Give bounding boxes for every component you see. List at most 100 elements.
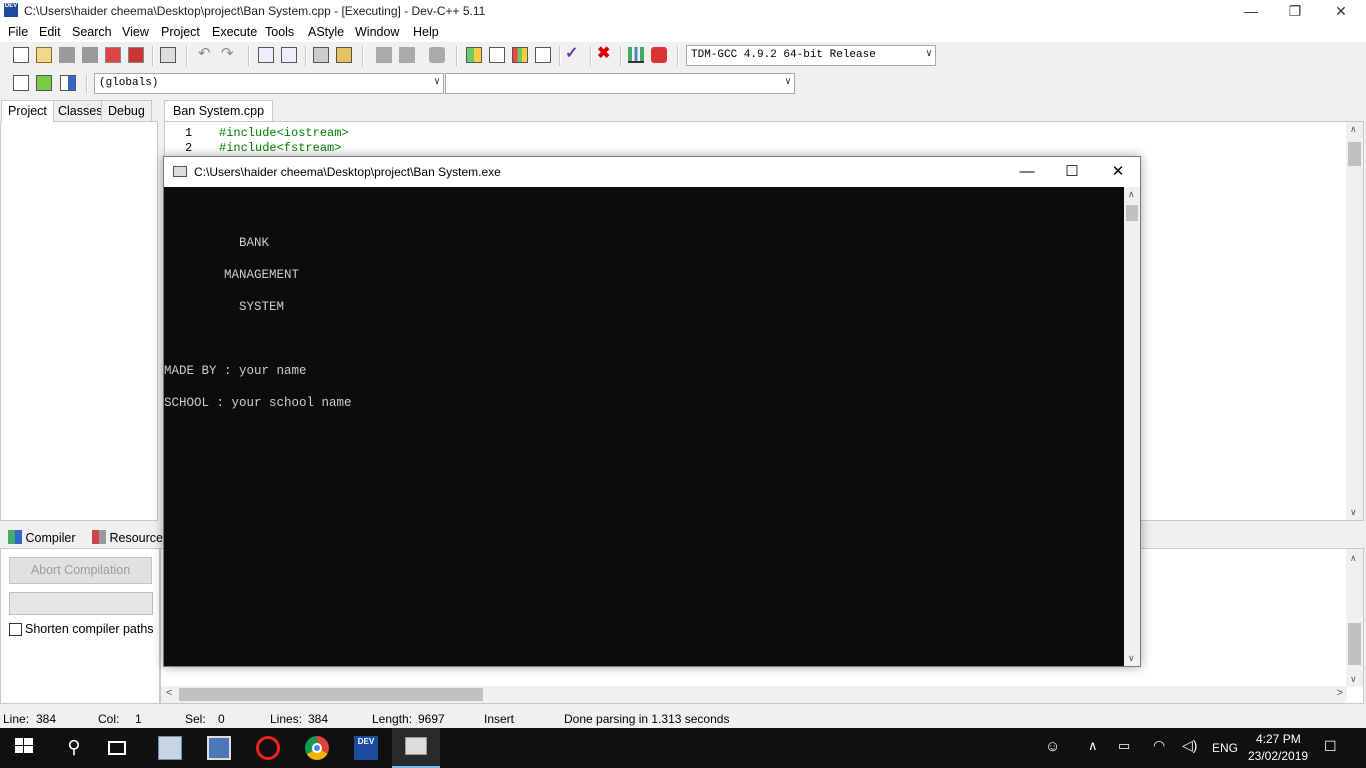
scrollbar-thumb[interactable] <box>1348 142 1361 166</box>
indent-right-icon[interactable] <box>399 47 415 63</box>
clock-time[interactable]: 4:27 PM <box>1256 732 1301 746</box>
volume-icon[interactable]: ◁) <box>1182 737 1197 754</box>
close-file-icon[interactable] <box>105 47 121 63</box>
editor-tab-file[interactable]: Ban System.cpp <box>164 100 274 121</box>
devcpp-app-icon: DEV <box>4 3 18 17</box>
scrollbar-thumb[interactable] <box>179 688 483 701</box>
status-length-value: 9697 <box>418 712 445 726</box>
menu-execute[interactable]: Execute <box>212 25 257 39</box>
scroll-up-icon[interactable]: ∧ <box>1128 189 1135 200</box>
menu-window[interactable]: Window <box>355 25 399 39</box>
calculator-icon[interactable] <box>158 736 182 760</box>
menu-help[interactable]: Help <box>413 25 439 39</box>
redo-icon[interactable]: ↷ <box>221 46 237 63</box>
battery-icon[interactable]: ▭ <box>1118 738 1130 754</box>
menu-astyle[interactable]: AStyle <box>308 25 344 39</box>
scrollbar-thumb[interactable] <box>1126 205 1138 221</box>
title-bar: DEV C:\Users\haider cheema\Desktop\proje… <box>0 0 1366 22</box>
editor-vertical-scrollbar[interactable]: ∧ ∨ <box>1346 122 1363 520</box>
line-number: 1 <box>185 126 193 140</box>
menu-edit[interactable]: Edit <box>39 25 61 39</box>
scroll-down-icon[interactable]: ∨ <box>1350 507 1357 518</box>
menu-file[interactable]: File <box>8 25 28 39</box>
tab-resources[interactable]: Resources <box>88 526 173 548</box>
devcpp-taskbar-icon[interactable]: DEV <box>354 736 378 760</box>
new-file-icon[interactable] <box>13 47 29 63</box>
compiler-select[interactable]: TDM-GCC 4.9.2 64-bit Release ∨ <box>686 45 936 66</box>
restore-button[interactable]: ❐ <box>1272 0 1318 22</box>
console-maximize-button[interactable]: ☐ <box>1049 157 1095 187</box>
stop-execution-icon[interactable]: ✖ <box>597 46 613 63</box>
search-icon[interactable]: ⚲ <box>62 736 86 760</box>
abort-compilation-button[interactable]: Abort Compilation <box>9 557 152 584</box>
clock-date[interactable]: 23/02/2019 <box>1248 749 1308 763</box>
people-icon[interactable]: ☺ <box>1045 738 1060 755</box>
undo-icon[interactable]: ↶ <box>198 46 214 63</box>
action-center-icon[interactable]: ☐ <box>1324 738 1337 755</box>
cascade-windows-icon[interactable] <box>535 47 551 63</box>
windows-start-icon[interactable] <box>14 736 38 760</box>
remote-desktop-icon[interactable] <box>207 736 231 760</box>
task-view-icon[interactable] <box>108 741 126 755</box>
shorten-paths-checkbox[interactable] <box>9 623 22 636</box>
toolbar-separator <box>86 74 88 94</box>
console-close-button[interactable]: ✕ <box>1095 157 1141 187</box>
goto-icon[interactable] <box>36 75 52 91</box>
console-icon <box>173 166 187 177</box>
new-project-icon[interactable] <box>466 47 482 63</box>
menu-tools[interactable]: Tools <box>265 25 294 39</box>
profile-icon[interactable] <box>651 47 667 63</box>
scope-select[interactable]: (globals) ∨ <box>94 73 444 94</box>
console-output[interactable]: BANK MANAGEMENT SYSTEM MADE BY : your na… <box>164 187 1124 666</box>
menu-project[interactable]: Project <box>161 25 200 39</box>
print-icon[interactable] <box>160 47 176 63</box>
close-all-icon[interactable] <box>128 47 144 63</box>
replace-icon[interactable] <box>281 47 297 63</box>
status-length-label: Length: <box>372 712 413 726</box>
output-vertical-scrollbar[interactable]: ∧ ∨ <box>1346 549 1363 687</box>
scrollbar-thumb[interactable] <box>1348 623 1361 665</box>
console-taskbar-button[interactable] <box>392 728 440 768</box>
find-icon[interactable] <box>258 47 274 63</box>
save-icon[interactable] <box>59 47 75 63</box>
show-hidden-icons-icon[interactable]: ∧ <box>1088 738 1098 754</box>
console-vertical-scrollbar[interactable]: ∧ ∨ <box>1124 187 1140 666</box>
tab-debug[interactable]: Debug <box>101 100 152 121</box>
toggle-bookmark-icon[interactable] <box>336 47 352 63</box>
member-select[interactable]: ∨ <box>445 73 795 94</box>
menu-search[interactable]: Search <box>72 25 112 39</box>
window-title: C:\Users\haider cheema\Desktop\project\B… <box>24 4 486 18</box>
close-button[interactable]: ✕ <box>1318 0 1364 22</box>
chart-icon[interactable] <box>628 47 644 63</box>
scroll-up-icon[interactable]: ∧ <box>1350 553 1357 564</box>
scroll-up-icon[interactable]: ∧ <box>1350 124 1357 135</box>
console-minimize-button[interactable]: — <box>1004 157 1050 187</box>
indent-left-icon[interactable] <box>376 47 392 63</box>
recovery-tool-icon[interactable] <box>256 736 280 760</box>
console-title-bar[interactable]: C:\Users\haider cheema\Desktop\project\B… <box>164 157 1140 187</box>
comment-icon[interactable] <box>429 47 445 63</box>
window-icon[interactable] <box>489 47 505 63</box>
console-window: C:\Users\haider cheema\Desktop\project\B… <box>163 156 1141 667</box>
class-browser-icon[interactable] <box>60 75 76 91</box>
language-indicator[interactable]: ENG <box>1212 741 1238 755</box>
scroll-down-icon[interactable]: ∨ <box>1350 674 1357 685</box>
tab-compiler[interactable]: Compiler <box>4 526 80 548</box>
tab-project[interactable]: Project <box>1 100 54 122</box>
chevron-down-icon: ∨ <box>925 49 932 60</box>
minimize-button[interactable]: — <box>1228 0 1274 22</box>
scroll-left-icon[interactable]: < <box>166 687 172 699</box>
scroll-right-icon[interactable]: > <box>1337 687 1343 699</box>
tile-windows-icon[interactable] <box>512 47 528 63</box>
toolbar-separator <box>186 46 188 66</box>
chrome-icon[interactable] <box>305 736 329 760</box>
insert-icon[interactable] <box>13 75 29 91</box>
wifi-icon[interactable]: ◠ <box>1153 737 1165 754</box>
output-horizontal-scrollbar[interactable]: < > <box>161 686 1347 703</box>
menu-view[interactable]: View <box>122 25 149 39</box>
scroll-down-icon[interactable]: ∨ <box>1128 653 1135 664</box>
open-file-icon[interactable] <box>36 47 52 63</box>
goto-line-icon[interactable] <box>313 47 329 63</box>
save-all-icon[interactable] <box>82 47 98 63</box>
check-syntax-icon[interactable]: ✓ <box>565 46 581 63</box>
